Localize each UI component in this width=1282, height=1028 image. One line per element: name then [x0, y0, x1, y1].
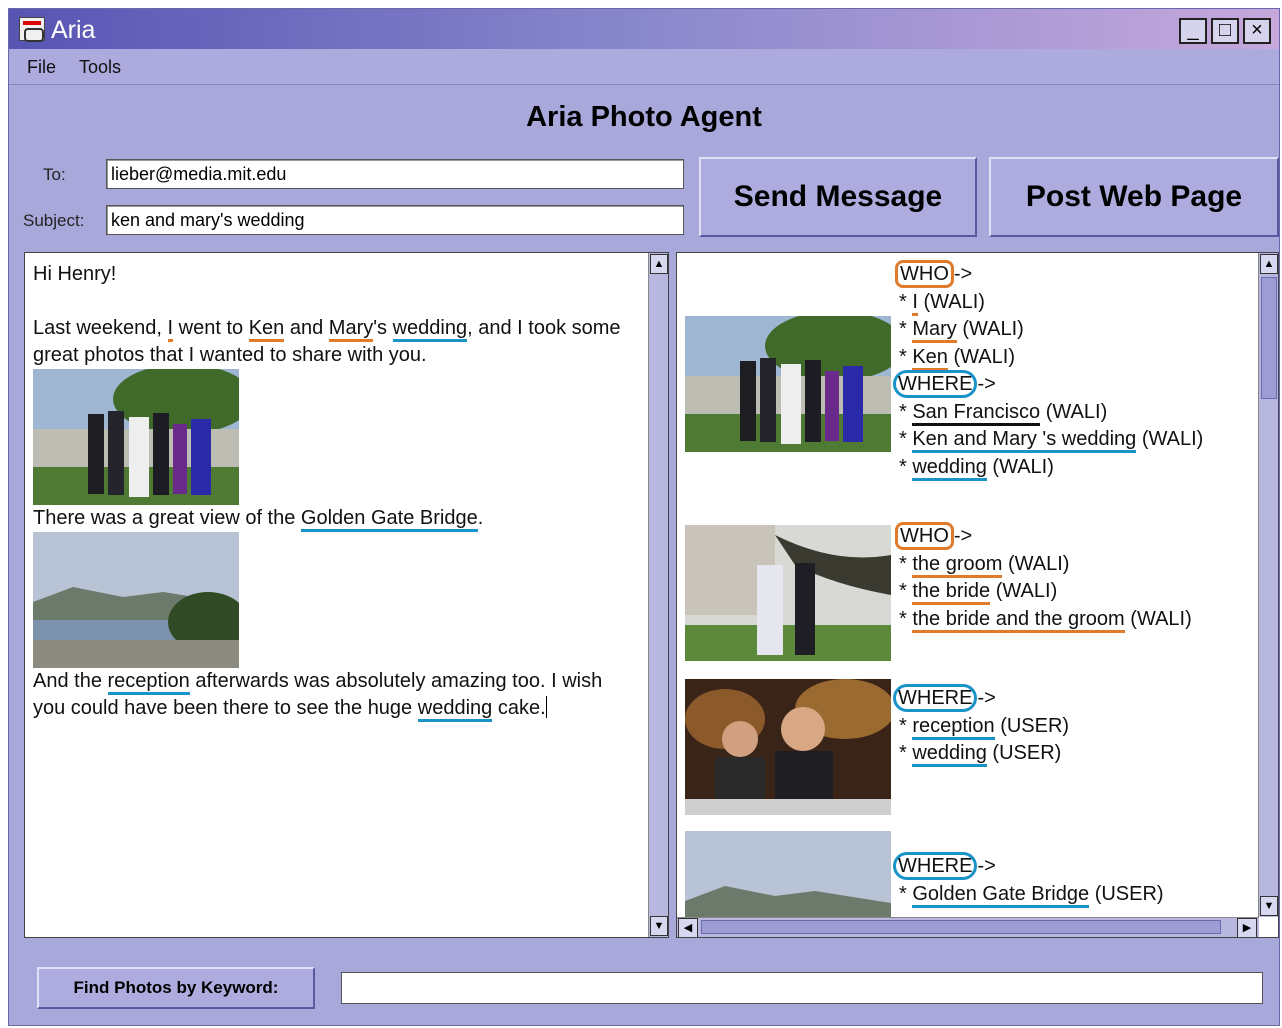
subject-field[interactable]: ken and mary's wedding [106, 205, 684, 235]
wedding-party-photo[interactable] [33, 369, 239, 505]
paragraph-3: And the reception afterwards was absolut… [33, 668, 637, 722]
message-editor[interactable]: Hi Henry! Last weekend, I went to Ken an… [24, 252, 669, 938]
post-web-page-button[interactable]: Post Web Page [989, 157, 1279, 237]
paragraph-1: Last weekend, I went to Ken and Mary's w… [33, 317, 621, 366]
where-tag: WHERE [893, 370, 978, 398]
to-label: To: [43, 165, 66, 184]
keyword-golden-gate-bridge: Golden Gate Bridge [300, 507, 478, 532]
paragraph-2: There was a great view of the Golden Gat… [33, 505, 637, 532]
annotations-hscrollbar[interactable]: ◀ ▶ [677, 917, 1259, 937]
who-tag: WHO [895, 522, 954, 550]
page-title: Aria Photo Agent [526, 101, 762, 133]
scroll-left-arrow-icon[interactable]: ◀ [678, 918, 698, 937]
scroll-up-arrow-icon[interactable]: ▲ [1260, 254, 1278, 274]
aria-window: Aria _ □ × File Tools Aria Photo Agent T… [8, 8, 1280, 1026]
annotation-3-lines: WHERE -> * reception (USER) * wedding (US… [893, 684, 1069, 768]
keyword-mary: Mary [328, 317, 374, 342]
thumbnail-bride-groom[interactable] [685, 525, 891, 661]
annotation-2-lines: WHO -> * the groom (WALI) * the bride (WA… [895, 522, 1192, 633]
title-bar[interactable]: Aria _ □ × [9, 9, 1279, 49]
scroll-down-arrow-icon[interactable]: ▼ [1260, 896, 1278, 916]
close-button[interactable]: × [1243, 18, 1271, 44]
text-caret [545, 696, 547, 718]
app-icon[interactable] [19, 17, 45, 42]
menu-tools[interactable]: Tools [79, 57, 121, 78]
window-title: Aria [51, 16, 96, 44]
scroll-down-arrow-icon[interactable]: ▼ [650, 916, 668, 936]
menu-bar: File Tools [9, 49, 1279, 85]
maximize-button[interactable]: □ [1211, 18, 1239, 44]
keyword-wedding-2: wedding [417, 697, 493, 722]
send-message-button[interactable]: Send Message [699, 157, 977, 237]
photo-annotations-panel[interactable]: WHO -> * I (WALI) * Mary (WALI) * Ken (WA… [676, 252, 1279, 938]
keyword-wedding: wedding [392, 317, 468, 342]
thumbnail-wedding-party[interactable] [685, 316, 891, 452]
message-text[interactable]: Hi Henry! Last weekend, I went to Ken an… [25, 253, 645, 730]
keyword-search-input[interactable] [341, 972, 1263, 1004]
find-photos-button[interactable]: Find Photos by Keyword: [37, 967, 315, 1009]
scroll-right-arrow-icon[interactable]: ▶ [1237, 918, 1257, 937]
where-tag: WHERE [893, 684, 978, 712]
menu-file[interactable]: File [27, 57, 56, 78]
keyword-reception: reception [107, 670, 190, 695]
golden-gate-photo[interactable] [33, 532, 239, 668]
subject-label: Subject: [23, 211, 85, 230]
annotations-vscrollbar[interactable]: ▲ ▼ [1258, 253, 1278, 917]
scroll-up-arrow-icon[interactable]: ▲ [650, 254, 668, 274]
annotation-4-lines: WHERE -> * Golden Gate Bridge (USER) [893, 852, 1164, 908]
minimize-button[interactable]: _ [1179, 18, 1207, 44]
scroll-thumb[interactable] [1261, 277, 1277, 399]
editor-scrollbar[interactable]: ▲ ▼ [648, 253, 668, 937]
annotation-1-lines: WHO -> * I (WALI) * Mary (WALI) * Ken (WA… [893, 260, 1203, 481]
greeting-text: Hi Henry! [33, 263, 117, 285]
who-tag: WHO [895, 260, 954, 288]
where-tag: WHERE [893, 852, 978, 880]
h-scroll-thumb[interactable] [701, 920, 1221, 934]
to-field[interactable]: lieber@media.mit.edu [106, 159, 684, 189]
thumbnail-reception[interactable] [685, 679, 891, 815]
keyword-ken: Ken [248, 317, 285, 342]
